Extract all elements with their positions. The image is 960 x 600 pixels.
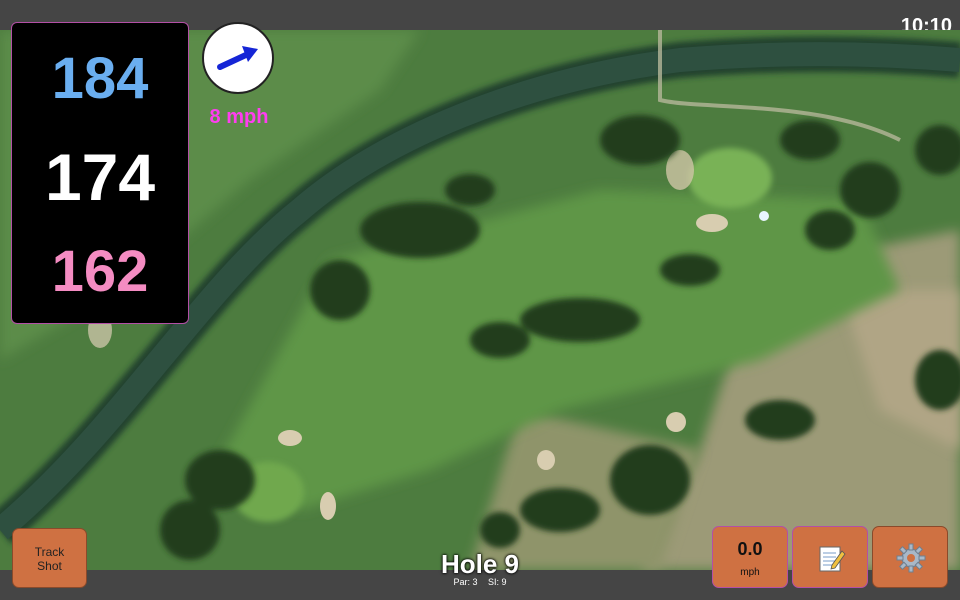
hole-stroke-index: SI: 9 — [488, 577, 507, 587]
yardage-panel: 184 174 162 — [11, 22, 189, 324]
hole-par: Par: 3 — [453, 577, 478, 587]
wind-speed-unit: mph — [740, 567, 760, 578]
track-shot-button[interactable]: Track Shot — [12, 528, 87, 588]
settings-button[interactable] — [872, 526, 948, 588]
middle-yardage: 174 — [44, 140, 156, 214]
wind-speed-label: 8 mph — [209, 106, 269, 128]
hole-title: Hole 9 — [440, 549, 520, 579]
back-yardage: 184 — [51, 46, 149, 111]
wind-speed-button[interactable]: 0.0 mph — [712, 526, 788, 588]
track-shot-label-line2: Shot — [37, 559, 62, 573]
gear-icon — [896, 543, 926, 573]
notepad-icon — [819, 546, 846, 572]
hole-info: Par: 3 SI: 9 — [380, 577, 580, 587]
track-shot-label-line1: Track — [34, 545, 65, 559]
wind-arrow-icon — [217, 46, 258, 70]
notes-button[interactable] — [792, 526, 868, 588]
front-yardage: 162 — [51, 239, 149, 304]
wind-speed-value: 0.0 — [737, 539, 763, 559]
wind-indicator — [202, 22, 274, 94]
